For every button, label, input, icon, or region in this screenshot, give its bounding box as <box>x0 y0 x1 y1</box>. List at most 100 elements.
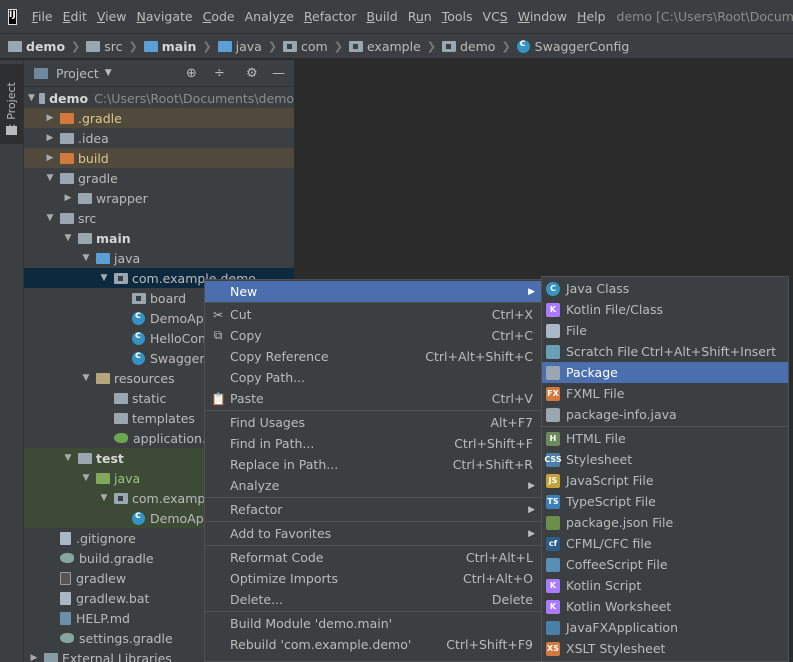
breadcrumb-item[interactable]: com <box>283 39 328 54</box>
tree-item[interactable]: ▶ .idea <box>24 128 294 148</box>
context-menu-item[interactable]: ⧉ Copy Ctrl+C <box>205 325 543 346</box>
context-menu-item[interactable]: Rebuild 'com.example.demo' Ctrl+Shift+F9 <box>205 634 543 655</box>
tree-item[interactable]: ▶ wrapper <box>24 188 294 208</box>
new-submenu-item-label: TypeScript File <box>566 494 656 509</box>
package-icon <box>114 272 128 284</box>
collapse-all-icon[interactable]: ÷ <box>214 66 225 81</box>
collapsed-arrow-icon[interactable]: ▶ <box>44 133 56 143</box>
package-icon <box>348 40 363 52</box>
menu-navigate[interactable]: Navigate <box>132 9 198 24</box>
expanded-arrow-icon[interactable]: ▼ <box>80 473 92 483</box>
context-menu-item[interactable]: Find Usages Alt+F7 <box>205 412 543 433</box>
new-submenu-item[interactable]: K Kotlin Script <box>542 575 788 596</box>
collapsed-arrow-icon[interactable]: ▶ <box>28 653 40 662</box>
new-submenu-item[interactable]: cf CFML/CFC file <box>542 533 788 554</box>
tree-item[interactable]: ▼ java <box>24 248 294 268</box>
menu-help[interactable]: Help <box>572 9 611 24</box>
menu-vcs[interactable]: VCS <box>478 9 513 24</box>
context-menu-item[interactable]: ✂ Cut Ctrl+X <box>205 304 543 325</box>
context-menu-item[interactable]: Analyze ▶ <box>205 475 543 496</box>
new-submenu-item[interactable]: package.json File <box>542 512 788 533</box>
context-menu-item[interactable]: Copy Path... <box>205 367 543 388</box>
new-submenu-item[interactable]: XS XSLT Stylesheet <box>542 638 788 659</box>
context-menu-item[interactable]: Build Module 'demo.main' <box>205 613 543 634</box>
context-menu-item-label: Copy Path... <box>230 370 306 385</box>
gear-icon[interactable]: ⚙ <box>246 66 258 81</box>
context-menu-item[interactable]: Reformat Code Ctrl+Alt+L <box>205 547 543 568</box>
menu-build[interactable]: Build <box>361 9 402 24</box>
expanded-arrow-icon[interactable]: ▼ <box>28 93 35 103</box>
menu-refactor[interactable]: Refactor <box>299 9 361 24</box>
expanded-arrow-icon[interactable]: ▼ <box>80 253 92 263</box>
expanded-arrow-icon[interactable]: ▼ <box>62 453 74 463</box>
menu-window[interactable]: Window <box>513 9 572 24</box>
new-submenu-item[interactable]: JavaFXApplication <box>542 617 788 638</box>
menu-file[interactable]: File <box>27 9 58 24</box>
context-menu-item[interactable]: Copy Reference Ctrl+Alt+Shift+C <box>205 346 543 367</box>
context-menu-item[interactable]: Delete... Delete <box>205 589 543 610</box>
hide-panel-icon[interactable]: — <box>272 66 285 81</box>
collapsed-arrow-icon[interactable]: ▶ <box>62 193 74 203</box>
new-submenu-item-label: CFML/CFC file <box>566 536 652 551</box>
new-submenu-item[interactable]: FX FXML File <box>542 383 788 404</box>
new-submenu-item[interactable]: K Kotlin Worksheet <box>542 596 788 617</box>
expanded-arrow-icon[interactable]: ▼ <box>98 273 110 283</box>
tree-item[interactable]: ▼ demo C:\Users\Root\Documents\demo <box>24 88 294 108</box>
expanded-arrow-icon[interactable]: ▼ <box>98 493 110 503</box>
tree-item[interactable]: ▼ src <box>24 208 294 228</box>
new-submenu-item[interactable]: Package <box>542 362 788 383</box>
new-submenu-item[interactable]: JS JavaScript File <box>542 470 788 491</box>
breadcrumb-item[interactable]: demo <box>8 39 65 54</box>
menu-analyze[interactable]: Analyze <box>240 9 299 24</box>
context-menu-item[interactable]: New ▶ <box>205 281 543 302</box>
project-view-selector[interactable]: Project <box>56 66 99 81</box>
new-submenu-item[interactable]: File <box>542 320 788 341</box>
new-submenu-item[interactable]: CSS Stylesheet <box>542 449 788 470</box>
tree-item[interactable]: ▶ build <box>24 148 294 168</box>
locate-file-icon[interactable]: ⊕ <box>186 66 197 81</box>
tree-item-label: DemoApp <box>150 510 212 526</box>
collapsed-arrow-icon[interactable]: ▶ <box>44 153 56 163</box>
context-menu-item-label: Build Module 'demo.main' <box>230 616 393 631</box>
project-tool-window-tab[interactable]: 1: Project <box>0 64 23 144</box>
tree-item[interactable]: ▼ main <box>24 228 294 248</box>
new-submenu-item-shortcut: Ctrl+Alt+Shift+Insert <box>641 344 776 359</box>
new-submenu-item[interactable]: H HTML File <box>542 428 788 449</box>
chevron-right-icon: ❯ <box>71 39 81 53</box>
context-menu-item[interactable]: Refactor ▶ <box>205 499 543 520</box>
menu-edit[interactable]: Edit <box>58 9 92 24</box>
context-menu-item[interactable]: Add to Favorites ▶ <box>205 523 543 544</box>
new-submenu-item[interactable]: TS TypeScript File <box>542 491 788 512</box>
context-menu-item[interactable]: 📋 Paste Ctrl+V <box>205 388 543 409</box>
menu-code[interactable]: Code <box>198 9 240 24</box>
expanded-arrow-icon[interactable]: ▼ <box>44 173 56 183</box>
menu-tools[interactable]: Tools <box>437 9 478 24</box>
breadcrumb-label: java <box>235 38 262 54</box>
chevron-right-icon: ❯ <box>501 39 511 53</box>
breadcrumb-item[interactable]: demo <box>441 39 495 54</box>
context-menu-item[interactable]: Find in Path... Ctrl+Shift+F <box>205 433 543 454</box>
folder-icon <box>217 40 232 52</box>
new-submenu-item[interactable]: K Kotlin File/Class <box>542 299 788 320</box>
expanded-arrow-icon[interactable]: ▼ <box>80 373 92 383</box>
new-submenu-item[interactable]: C Java Class <box>542 278 788 299</box>
new-submenu-item[interactable]: Scratch File Ctrl+Alt+Shift+Insert <box>542 341 788 362</box>
breadcrumb-item[interactable]: src <box>86 39 123 54</box>
collapsed-arrow-icon[interactable]: ▶ <box>44 113 56 123</box>
context-menu-item[interactable]: Optimize Imports Ctrl+Alt+O <box>205 568 543 589</box>
menu-run[interactable]: Run <box>403 9 437 24</box>
menu-separator <box>205 497 543 498</box>
tree-item[interactable]: ▼ gradle <box>24 168 294 188</box>
breadcrumb-item[interactable]: example <box>348 39 421 54</box>
menu-view[interactable]: View <box>92 9 132 24</box>
context-menu-item[interactable]: Replace in Path... Ctrl+Shift+R <box>205 454 543 475</box>
expanded-arrow-icon[interactable]: ▼ <box>44 213 56 223</box>
breadcrumb-item[interactable]: main <box>143 39 196 54</box>
new-submenu-item[interactable]: CoffeeScript File <box>542 554 788 575</box>
breadcrumb-item[interactable]: SwaggerConfig <box>516 38 629 54</box>
expanded-arrow-icon[interactable]: ▼ <box>62 233 74 243</box>
tree-item[interactable]: ▶ .gradle <box>24 108 294 128</box>
new-submenu-item[interactable]: package-info.java <box>542 404 788 425</box>
chevron-down-icon[interactable]: ▼ <box>105 68 112 78</box>
breadcrumb-item[interactable]: java <box>217 38 262 54</box>
